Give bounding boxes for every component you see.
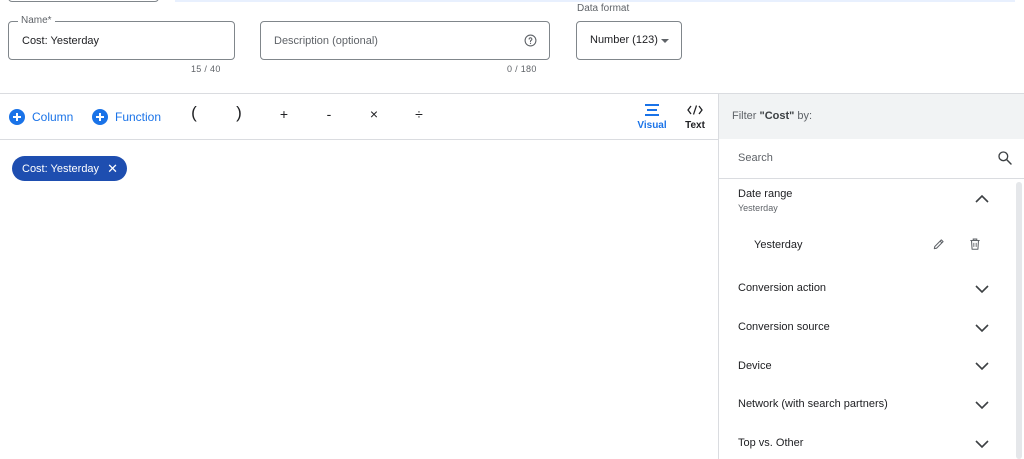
scrollbar-thumb[interactable] (1016, 182, 1022, 459)
dropdown-caret-icon (661, 39, 669, 43)
filter-row-label: Conversion action (738, 282, 827, 294)
chevron-down-icon[interactable] (975, 440, 989, 449)
add-column-button[interactable]: Column (9, 108, 73, 125)
toolbar-divider (0, 139, 718, 140)
filter-network[interactable]: Network (with search partners) (719, 386, 1014, 424)
name-field-label: Name* (18, 15, 55, 27)
visual-lines-icon (645, 104, 659, 116)
edit-pencil-icon[interactable] (932, 237, 946, 251)
description-field[interactable]: Description (optional) (260, 21, 550, 60)
filter-search-input[interactable] (738, 152, 978, 164)
add-function-label: Function (115, 109, 162, 124)
plus-button[interactable]: + (276, 106, 292, 122)
data-format-select[interactable]: Number (123) (576, 21, 682, 60)
formula-chip[interactable]: Cost: Yesterday ✕ (12, 156, 127, 181)
filter-row-label: Conversion source (738, 321, 830, 333)
search-icon[interactable] (997, 150, 1013, 166)
filter-date-range-title: Date range (738, 188, 793, 200)
name-char-counter: 15 / 40 (191, 64, 221, 74)
filter-conversion-action[interactable]: Conversion action (719, 270, 1014, 308)
filter-row-label: Device (738, 360, 772, 372)
formula-toolbar: Column Function ( ) + - × ÷ Visual Text (0, 94, 718, 139)
filter-date-range-subtitle: Yesterday (738, 203, 778, 213)
chevron-up-icon[interactable] (975, 194, 989, 203)
filter-panel-scrollbar[interactable] (1016, 182, 1022, 459)
add-function-button[interactable]: Function (92, 108, 161, 125)
text-mode-tab[interactable]: Text (678, 103, 712, 131)
date-range-selected-item: Yesterday (719, 231, 1014, 259)
data-format-label: Data format (577, 3, 630, 14)
filter-panel-header: Filter "Cost" by: (719, 94, 1024, 139)
add-circle-icon (9, 108, 25, 125)
filter-conversion-source[interactable]: Conversion source (719, 309, 1014, 347)
filter-top-vs-other[interactable]: Top vs. Other (719, 425, 1014, 459)
filter-device[interactable]: Device (719, 347, 1014, 385)
filter-search-row (719, 139, 1024, 179)
chevron-down-icon[interactable] (975, 285, 989, 294)
description-placeholder: Description (optional) (274, 35, 378, 47)
formula-chip-label: Cost: Yesterday (22, 162, 100, 175)
filter-panel-title: Filter "Cost" by: (732, 110, 813, 122)
close-icon[interactable]: ✕ (107, 162, 118, 175)
filter-date-range[interactable]: Date range Yesterday (719, 179, 1014, 229)
name-field-value[interactable]: Cost: Yesterday (22, 34, 99, 48)
code-icon (687, 105, 703, 115)
visual-mode-label: Visual (637, 120, 667, 131)
multiply-button[interactable]: × (366, 106, 382, 122)
previous-field-fragment (8, 0, 159, 2)
name-field[interactable]: Name* Cost: Yesterday (8, 15, 235, 60)
chevron-down-icon[interactable] (975, 324, 989, 333)
help-icon[interactable] (524, 34, 537, 47)
divide-button[interactable]: ÷ (411, 106, 427, 122)
open-paren-button[interactable]: ( (186, 103, 202, 123)
filter-row-label: Network (with search partners) (738, 398, 888, 410)
visual-mode-tab[interactable]: Visual (635, 103, 669, 131)
add-column-label: Column (32, 109, 74, 124)
add-circle-icon (92, 108, 108, 125)
close-paren-button[interactable]: ) (231, 103, 247, 123)
filter-row-label: Top vs. Other (738, 437, 804, 449)
chevron-down-icon[interactable] (975, 362, 989, 371)
text-mode-label: Text (685, 120, 705, 131)
data-format-value: Number (123) (590, 34, 658, 46)
date-range-selected-label: Yesterday (754, 239, 803, 251)
previous-panel-fragment (175, 0, 1015, 2)
minus-button[interactable]: - (321, 106, 337, 122)
description-char-counter: 0 / 180 (507, 64, 537, 74)
delete-trash-icon[interactable] (968, 237, 982, 251)
chevron-down-icon[interactable] (975, 401, 989, 410)
